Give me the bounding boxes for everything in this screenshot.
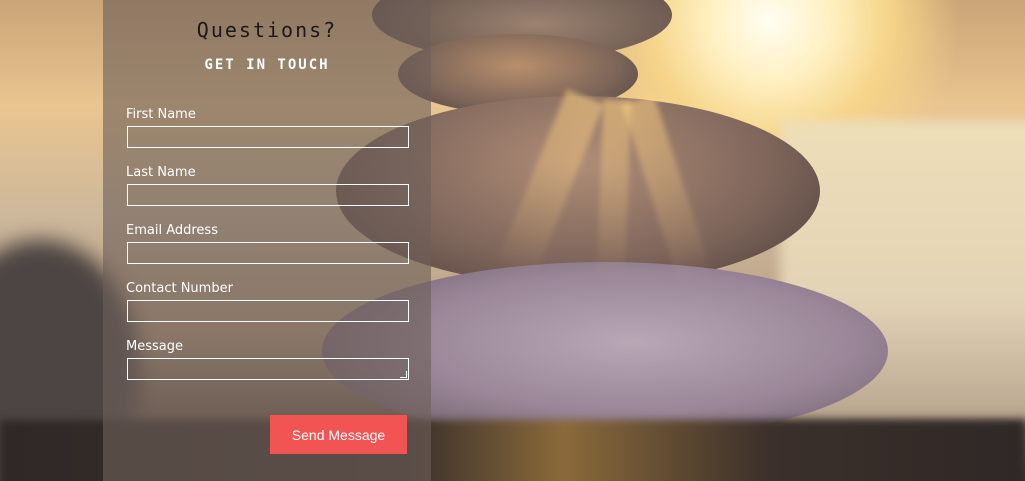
email-label: Email Address [126,223,218,238]
form-subheading: GET IN TOUCH [204,57,330,73]
last-name-label: Last Name [126,165,196,180]
message-label: Message [126,339,183,354]
send-message-button[interactable]: Send Message [270,415,407,454]
email-input[interactable] [127,242,409,264]
first-name-label: First Name [126,107,196,122]
message-textarea[interactable] [127,358,409,380]
message-field-wrapper [127,358,409,380]
contact-number-input[interactable] [127,300,409,322]
contact-form-panel: Questions? GET IN TOUCH First Name Last … [103,0,431,481]
first-name-input[interactable] [127,126,409,148]
form-heading: Questions? [196,18,338,42]
last-name-input[interactable] [127,184,409,206]
contact-number-label: Contact Number [126,281,233,296]
